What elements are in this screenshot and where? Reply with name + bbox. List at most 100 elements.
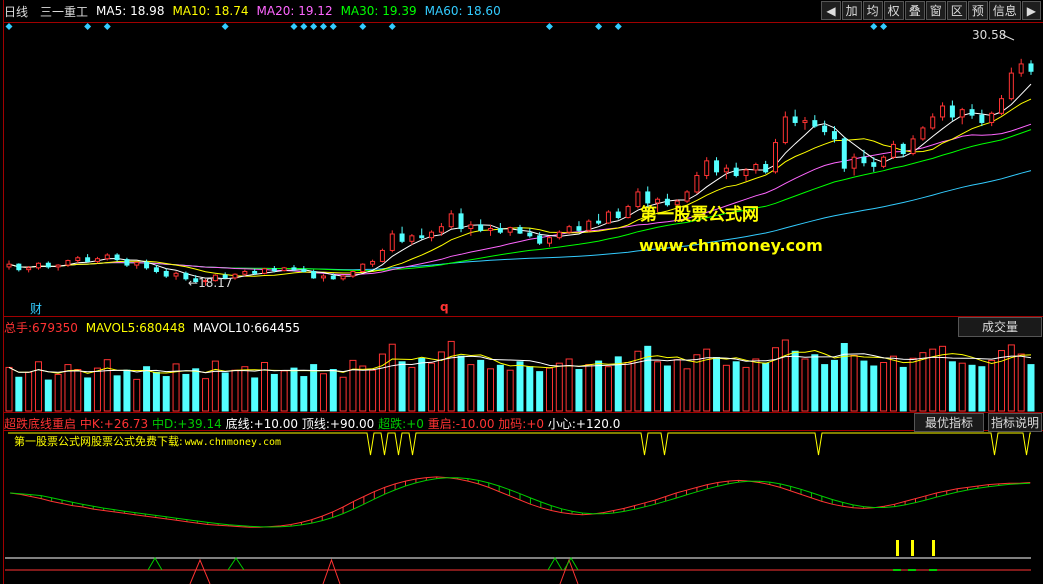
candle-body [999, 98, 1005, 114]
volume-bar [565, 358, 573, 412]
volume-bar [909, 357, 917, 412]
volume-bar [202, 378, 210, 412]
candle-body [694, 174, 700, 193]
signal-diamond [310, 23, 318, 30]
candle-body [370, 260, 376, 265]
volume-bar [575, 369, 583, 412]
volume-bar [880, 361, 888, 412]
signal-diamond [5, 23, 13, 30]
restart-signal [189, 558, 211, 584]
candle-body [281, 267, 287, 272]
volume-bar [988, 359, 996, 412]
volume-indicator-dropdown[interactable]: 成交量 [958, 317, 1042, 337]
candle-body [910, 138, 916, 155]
volume-bar [536, 371, 544, 412]
volume-bar [742, 366, 750, 412]
volume-bar [673, 359, 681, 412]
min-price-label: ←18.17 [188, 276, 233, 290]
q-marker[interactable]: q [440, 300, 449, 314]
volume-bar [418, 357, 426, 412]
signal-diamond [595, 23, 603, 30]
volume-bar [388, 343, 396, 412]
candle-body [881, 156, 887, 167]
candle-body [537, 235, 543, 244]
volume-bar [555, 362, 563, 412]
candle-body [605, 211, 611, 224]
volume-bar [1017, 353, 1025, 412]
volume-bar [319, 373, 327, 412]
volume-header: 总手:679350 MAVOL5:680448 MAVOL10:664455 [4, 319, 300, 336]
volume-bar [280, 370, 288, 412]
volume-bar [929, 348, 937, 412]
candle-body [468, 224, 474, 230]
candle-body [782, 116, 788, 144]
signal-diamond [84, 23, 92, 30]
volume-bar [143, 366, 151, 412]
candle-body [399, 233, 405, 242]
volume-bar [359, 365, 367, 412]
volume-bar [830, 359, 838, 412]
candle-body [26, 267, 32, 271]
signal-diamond [614, 23, 622, 30]
volume-bar [398, 361, 406, 412]
volume-bar [270, 373, 278, 412]
candle-body [576, 226, 582, 231]
mavol5-label: MAVOL5: [85, 321, 140, 335]
candle-body [75, 257, 81, 262]
candle-body [419, 235, 425, 239]
candle-body [979, 114, 985, 123]
best-indicator-button[interactable]: 最优指标 [914, 413, 984, 432]
volume-bar [693, 354, 701, 412]
candle-body [1008, 72, 1014, 100]
candle-body [134, 261, 140, 266]
candle-body [320, 275, 326, 279]
k-line [9, 476, 1031, 528]
volume-bar [44, 379, 52, 412]
volume-bar [604, 366, 612, 412]
volume-bar [182, 373, 190, 412]
volume-bar [889, 355, 897, 412]
indicator-help-button[interactable]: 指标说明 [988, 413, 1042, 432]
ma30-line [8, 129, 1032, 272]
volume-bar [477, 359, 485, 412]
candle-body [949, 105, 955, 118]
volume-bar [496, 364, 504, 412]
volume-bar [585, 364, 593, 412]
mavol10-label: MAVOL10: [192, 321, 255, 335]
volume-bar [516, 361, 524, 412]
indicator-name: 超跌底线重启 [4, 417, 77, 431]
volume-bar [192, 368, 200, 412]
candle-body [173, 272, 179, 277]
volume-bar [781, 339, 789, 412]
volume-bar [595, 360, 603, 412]
volume-bar [752, 358, 760, 412]
candle-body [94, 258, 100, 262]
max-price-label: 30.58 [972, 28, 1007, 42]
candle-body [45, 262, 51, 268]
finance-marker[interactable]: 财 [30, 300, 42, 317]
candle-body [959, 109, 965, 118]
candle-body [1018, 63, 1024, 74]
candle-body [6, 263, 12, 268]
volume-bar [948, 361, 956, 412]
candle-body [350, 270, 356, 277]
param-bottom: 底线:+10.00 [225, 417, 299, 431]
volume-bar [791, 350, 799, 412]
candle-body [301, 269, 307, 272]
volume-bar [103, 359, 111, 412]
candle-body [458, 213, 464, 230]
candle-body [65, 260, 71, 266]
candle-body [124, 259, 130, 266]
chart-canvas[interactable] [0, 0, 1043, 584]
candle-body [890, 143, 896, 158]
volume-bar [850, 354, 858, 412]
add-position-bar [932, 540, 935, 556]
candle-body [144, 261, 150, 269]
candle-body [900, 143, 906, 155]
watermark-url: www.chnmoney.com [639, 236, 823, 255]
volume-bar [25, 371, 33, 412]
volume-bar [369, 369, 377, 412]
candle-body [802, 120, 808, 123]
candle-body [969, 109, 975, 116]
candle-body [497, 228, 503, 233]
